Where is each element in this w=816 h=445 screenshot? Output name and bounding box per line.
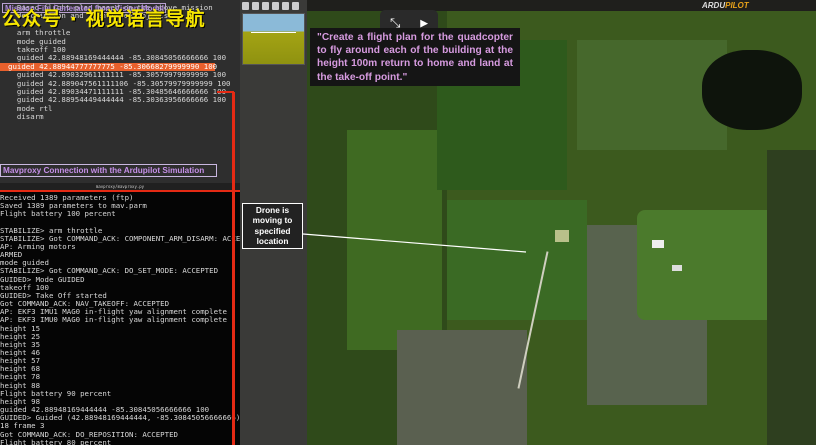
- terminal-line: disarm: [8, 112, 44, 122]
- mavproxy-terminal[interactable]: Received 1389 parameters (ftp) Saved 1389…: [0, 191, 240, 445]
- annotation-arrow: [303, 233, 527, 253]
- config-icon[interactable]: [272, 2, 279, 10]
- terminal-line: Flight battery 80 percent: [0, 437, 112, 445]
- mavproxy-label: Mavproxy Connection with the Ardupilot S…: [0, 164, 217, 177]
- simulation-icon[interactable]: [282, 2, 289, 10]
- prompt-caption: "Create a flight plan for the quadcopter…: [310, 28, 520, 86]
- setup-icon[interactable]: [262, 2, 269, 10]
- ardupilot-logo: ARDUPILOT: [702, 1, 749, 10]
- help-icon[interactable]: [292, 2, 299, 10]
- mission-planner-toolbar: [242, 2, 306, 12]
- plan-icon[interactable]: [252, 2, 259, 10]
- terminal-line: Flight battery 100 percent: [0, 209, 116, 219]
- data-icon[interactable]: [242, 2, 249, 10]
- highlight-line: [232, 92, 235, 445]
- drone-marker[interactable]: [555, 230, 569, 242]
- highlight-border: [0, 190, 240, 192]
- terminal-line: AP: Arming motors: [0, 241, 76, 251]
- highlight-line: [217, 91, 234, 93]
- watermark: 公众号 · 视觉语言导航: [2, 8, 206, 30]
- horizon-line: [251, 32, 296, 33]
- hud-display: [242, 13, 305, 65]
- drone-status-label: Drone is moving to specified location: [242, 203, 303, 249]
